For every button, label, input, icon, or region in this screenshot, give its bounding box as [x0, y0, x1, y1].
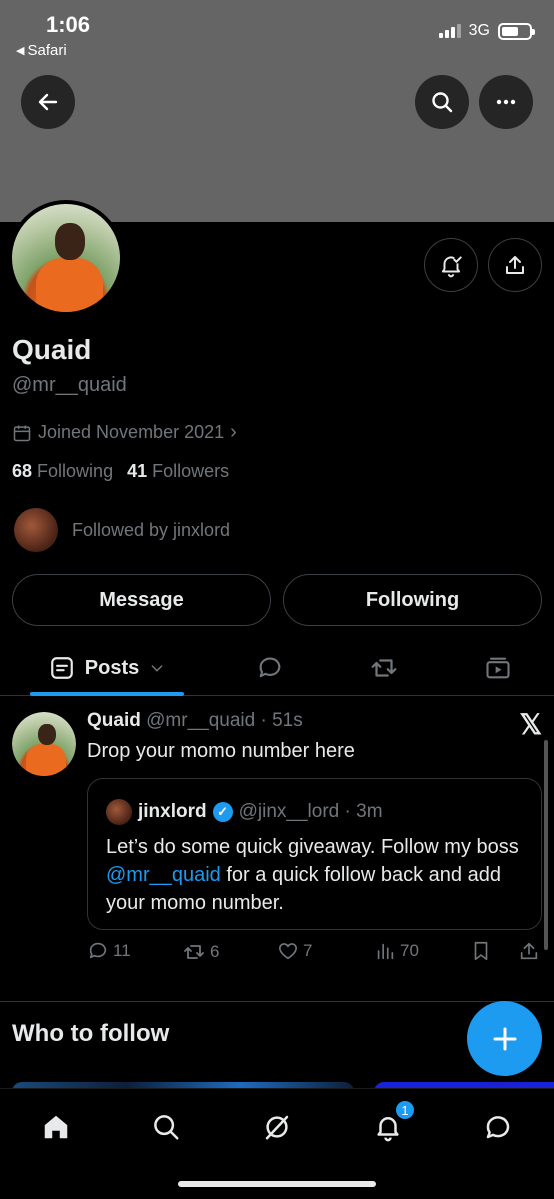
tab-replies[interactable] [246, 640, 294, 696]
reply-count: 11 [113, 941, 131, 960]
following-label: Following [37, 461, 114, 481]
section-divider [0, 1001, 554, 1002]
status-time: 1:06 [46, 12, 91, 37]
followers-stat[interactable]: 41 Followers [127, 461, 229, 482]
post-header: Quaid @mr__quaid · 51s [87, 710, 303, 732]
more-button[interactable] [479, 75, 533, 129]
search-icon [432, 92, 453, 113]
chat-bubble-icon [259, 657, 281, 678]
who-to-follow-title: Who to follow [12, 1020, 170, 1047]
network-label: 3G [468, 22, 490, 39]
share-post-button[interactable] [518, 940, 540, 962]
views-count: 70 [400, 941, 419, 960]
nav-search-icon [154, 1115, 179, 1140]
post-avatar-photo [12, 712, 76, 776]
post-author-name[interactable]: Quaid [87, 710, 141, 731]
repost-icon [371, 659, 397, 677]
notifications-bell-button[interactable] [424, 238, 478, 292]
nav-home[interactable] [36, 1107, 76, 1147]
more-icon [496, 99, 516, 105]
followers-count: 41 [127, 461, 148, 481]
nav-messages[interactable] [478, 1107, 518, 1147]
quote-author-avatar [106, 799, 132, 825]
status-indicators: 3G [438, 22, 535, 40]
views-button[interactable]: 70 [374, 940, 419, 962]
compose-post-button[interactable] [467, 1001, 542, 1076]
tab-posts[interactable]: Posts [30, 640, 184, 696]
plus-icon [493, 1027, 516, 1050]
heart-icon [278, 943, 298, 960]
repost-count: 6 [210, 942, 220, 961]
quote-header: jinxlord ✓ @jinx__lord · 3m [106, 799, 383, 825]
quote-author-name: jinxlord [138, 801, 207, 822]
active-tab-indicator [30, 692, 184, 696]
quoted-post[interactable]: jinxlord ✓ @jinx__lord · 3m Let’s do som… [87, 778, 542, 930]
reply-icon [89, 942, 107, 959]
profile-tabs: Posts [0, 640, 554, 696]
quote-mention-link[interactable]: @mr__quaid [106, 864, 221, 886]
follower-avatar [14, 508, 58, 552]
nav-grok[interactable] [257, 1107, 297, 1147]
scrollbar[interactable] [544, 740, 548, 950]
repost-button[interactable]: 6 [182, 940, 219, 964]
bell-check-icon [441, 256, 462, 278]
views-chart-icon [377, 943, 394, 960]
share-icon [506, 256, 524, 274]
bookmark-icon [474, 941, 488, 961]
like-button[interactable]: 7 [277, 940, 312, 962]
repost-action-icon [184, 945, 204, 959]
verified-badge-icon: ✓ [212, 802, 233, 822]
quote-text: Let’s do some quick giveaway. Follow my … [106, 833, 526, 917]
back-to-app[interactable]: ◀ Safari [16, 42, 67, 59]
post-actions: 11 6 7 70 [87, 940, 542, 970]
reply-button[interactable]: 11 [87, 940, 131, 962]
profile-avatar[interactable] [8, 200, 124, 316]
post-text: Drop your momo number here [87, 740, 355, 762]
search-button[interactable] [415, 75, 469, 129]
followers-label: Followers [152, 461, 230, 481]
joined-date[interactable]: Joined November 2021 › [12, 421, 237, 444]
grok-icon [265, 1115, 289, 1140]
tab-media[interactable] [474, 640, 522, 696]
x-logo-icon: 𝕏 [519, 709, 542, 740]
arrow-left-icon [38, 93, 58, 111]
message-button[interactable]: Message [12, 574, 271, 626]
home-icon [44, 1115, 68, 1139]
profile-handle: @mr__quaid [12, 374, 127, 396]
chevron-down-icon [151, 665, 163, 672]
follow-stats: 68 Following 41 Followers [12, 461, 229, 482]
signal-icon [438, 24, 461, 38]
battery-icon [498, 22, 535, 40]
nav-search[interactable] [146, 1107, 186, 1147]
joined-label: Joined November 2021 [38, 422, 225, 442]
followed-by-label: Followed by jinxlord [72, 519, 231, 540]
profile-name: Quaid [12, 334, 92, 365]
like-count: 7 [303, 941, 313, 960]
video-icon [486, 657, 510, 679]
home-indicator[interactable] [178, 1181, 376, 1187]
notifications-badge: 1 [394, 1099, 416, 1121]
back-button[interactable] [21, 75, 75, 129]
calendar-icon [13, 425, 31, 441]
tab-posts-label: Posts [84, 656, 140, 679]
post-author-meta: @mr__quaid · 51s [146, 710, 303, 731]
avatar-photo [12, 204, 120, 312]
back-app-label: Safari [27, 42, 67, 59]
bookmark-button[interactable] [470, 940, 492, 962]
back-triangle-icon: ◀ [16, 45, 25, 57]
followed-by[interactable]: Followed by jinxlord [14, 508, 230, 552]
messages-icon [486, 1116, 510, 1139]
following-count: 68 [12, 461, 33, 481]
posts-icon [50, 657, 73, 679]
share-profile-button[interactable] [488, 238, 542, 292]
post-author-avatar[interactable] [12, 712, 76, 776]
quote-text-before: Let’s do some quick giveaway. Follow my … [106, 836, 519, 858]
following-stat[interactable]: 68 Following [12, 461, 113, 482]
following-button[interactable]: Following [283, 574, 542, 626]
tab-reposts[interactable] [360, 640, 408, 696]
quote-author-meta: @jinx__lord · 3m [238, 801, 383, 822]
chevron-right-icon: › [230, 421, 237, 443]
share-post-icon [520, 942, 538, 960]
